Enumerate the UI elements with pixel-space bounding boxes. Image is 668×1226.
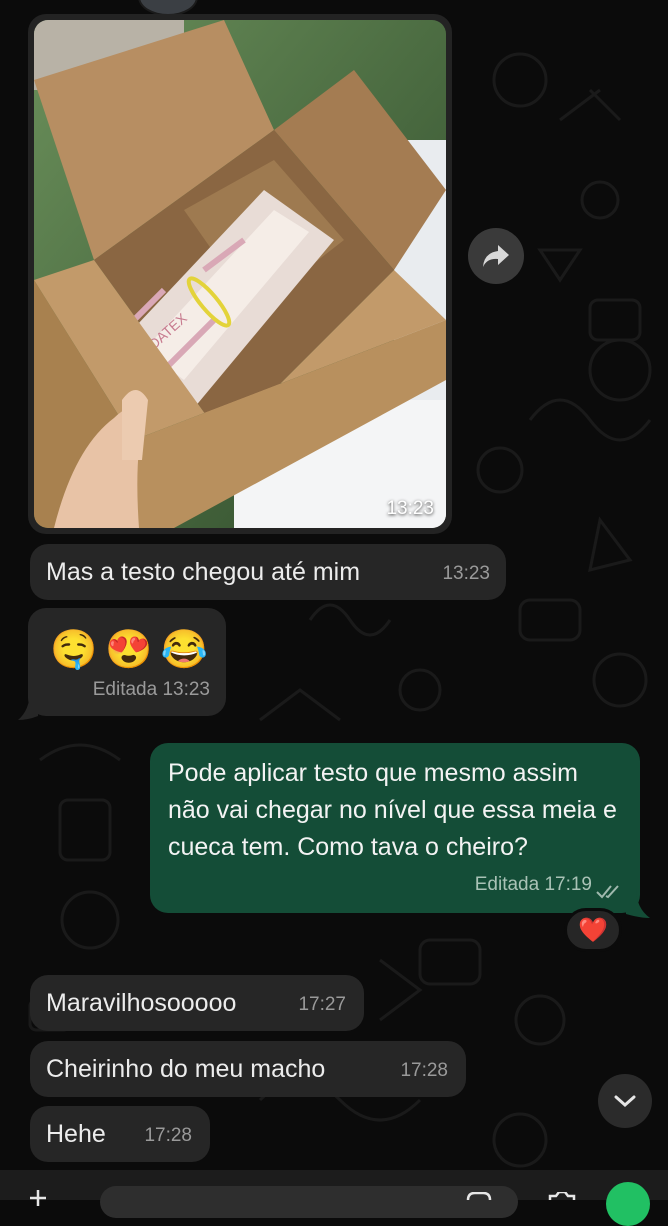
received-message[interactable]: Mas a testo chegou até mim 13:23: [30, 544, 506, 600]
heart-eyes-emoji: 😍: [105, 629, 153, 671]
message-time: 17:28: [400, 1060, 448, 1081]
forward-icon: [483, 245, 509, 267]
received-message[interactable]: Maravilhosooooo 17:27: [30, 975, 364, 1031]
received-message[interactable]: Hehe 17:28: [30, 1106, 210, 1162]
message-text: Pode aplicar testo que mesmo assim não v…: [168, 759, 617, 861]
chevron-down-icon: [614, 1095, 636, 1108]
message-text: Maravilhosooooo: [46, 989, 237, 1017]
message-text: Cheirinho do meu macho: [46, 1055, 326, 1083]
microphone-button[interactable]: [606, 1182, 650, 1226]
received-message[interactable]: Cheirinho do meu macho 17:28: [30, 1041, 466, 1097]
red-heart-emoji: ❤️: [578, 916, 608, 944]
message-input[interactable]: [100, 1186, 518, 1218]
bubble-tail: [626, 888, 650, 918]
message-time: Editada 13:23: [92, 679, 210, 700]
bubble-tail: [18, 690, 38, 720]
scroll-to-bottom-button[interactable]: [598, 1074, 652, 1128]
message-text: Hehe: [46, 1120, 106, 1148]
message-time: 13:23: [442, 563, 490, 584]
read-receipt-icon: [596, 885, 619, 899]
photo-cardboard-box[interactable]: DATEX: [34, 20, 446, 528]
message-text: Mas a testo chegou até mim: [46, 558, 361, 586]
tears-of-joy-emoji: 😂: [160, 629, 208, 671]
message-time: 13:23: [386, 498, 434, 519]
forward-button[interactable]: [468, 228, 524, 284]
sticker-icon[interactable]: [466, 1192, 492, 1200]
camera-icon[interactable]: [548, 1192, 576, 1200]
photo-message-bubble[interactable]: DATEX 13:23: [28, 14, 452, 534]
message-reaction[interactable]: ❤️: [564, 908, 622, 952]
received-message[interactable]: 🤤 😍 😂 Editada 13:23: [28, 608, 226, 716]
message-time: Editada 17:19: [474, 874, 592, 895]
message-time: 17:27: [298, 994, 346, 1015]
sent-message[interactable]: Pode aplicar testo que mesmo assim não v…: [150, 743, 640, 913]
message-time: 17:28: [144, 1125, 192, 1146]
plus-icon[interactable]: [28, 1188, 48, 1208]
drooling-face-emoji: 🤤: [50, 629, 98, 671]
emoji-row: 🤤 😍 😂: [50, 628, 208, 672]
